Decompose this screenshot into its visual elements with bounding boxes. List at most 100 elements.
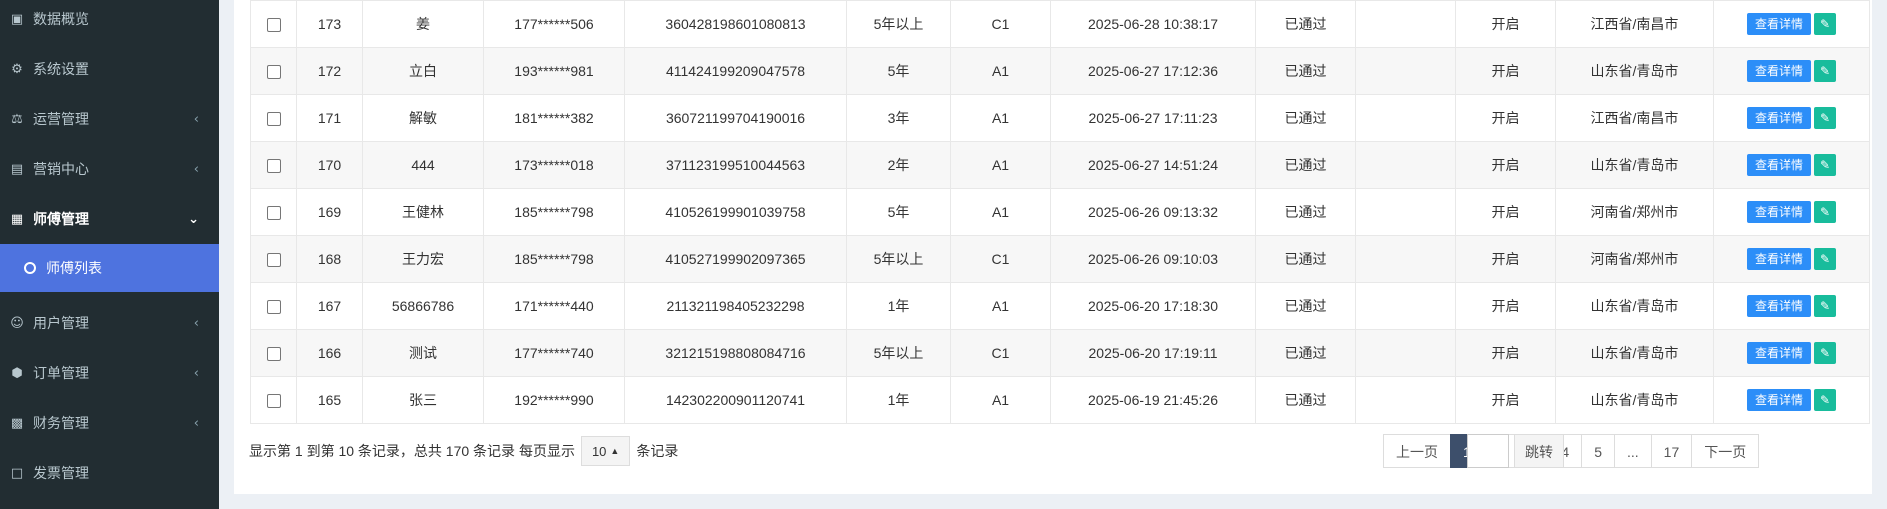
jump-page-input[interactable] — [1467, 434, 1509, 468]
view-detail-button[interactable]: 查看详情 — [1746, 389, 1811, 411]
row-checkbox[interactable] — [266, 18, 281, 33]
sidebar-item-finance[interactable]: ▩ 财务管理 ‹ — [0, 398, 219, 448]
row-select-cell — [250, 47, 297, 95]
phone-cell: 192******990 — [483, 376, 625, 424]
page-ellipsis: ... — [1613, 434, 1652, 468]
sidebar-item-users[interactable]: ☺ 用户管理 ‹ — [0, 298, 219, 348]
actions-cell: 查看详情 ✎ — [1713, 235, 1870, 283]
chevron-left-icon: ‹ — [193, 315, 199, 331]
row-select-cell — [250, 235, 297, 283]
pagination-info: 显示第 1 到第 10 条记录，总共 170 条记录 每页显示 10 ▲ 条记录 — [249, 436, 678, 466]
pencil-icon[interactable]: ✎ — [1814, 13, 1836, 35]
extra-cell — [1355, 47, 1456, 95]
region-link[interactable]: 河南省/郑州市 — [1555, 188, 1714, 236]
status-cell: 已通过 — [1255, 141, 1356, 189]
table-row: 171 解敏 181******382 360721199704190016 3年 A1 2… — [250, 94, 1870, 142]
gear-icon: ⚙ — [11, 61, 23, 77]
next-page-button[interactable]: 下一页 — [1691, 434, 1760, 468]
phone-cell: 185******798 — [483, 188, 625, 236]
sidebar-item-label: 营销中心 — [33, 162, 89, 178]
id-cell: 167 — [296, 282, 363, 330]
row-checkbox[interactable] — [266, 65, 281, 80]
sidebar-item-label: 运营管理 — [33, 112, 89, 128]
sidebar-item-marketing[interactable]: ▤ 营销中心 ‹ — [0, 144, 219, 194]
extra-cell — [1355, 376, 1456, 424]
experience-cell: 5年以上 — [846, 0, 951, 48]
table-row: 165 张三 192******990 142302200901120741 1年 A1 2… — [250, 376, 1870, 424]
view-detail-button[interactable]: 查看详情 — [1746, 13, 1811, 35]
name-cell: 测试 — [362, 329, 484, 377]
sidebar-item-label: 发票管理 — [33, 466, 89, 482]
sidebar-item-operations[interactable]: ⚖ 运营管理 ‹ — [0, 94, 219, 144]
actions-cell: 查看详情 ✎ — [1713, 282, 1870, 330]
id-card-cell: 360721199704190016 — [624, 94, 847, 142]
extra-cell — [1355, 0, 1456, 48]
sidebar: ▣ 数据概览 ⚙ 系统设置 ⚖ 运营管理 ‹ ▤ 营销中心 ‹ ▦ 师傅管理 ⌄… — [0, 0, 219, 509]
dashboard-icon: ▣ — [10, 11, 24, 27]
table-row: 170 444 173******018 371123199510044563 2年 A1… — [250, 141, 1870, 189]
pencil-icon[interactable]: ✎ — [1814, 107, 1836, 129]
row-checkbox[interactable] — [266, 394, 281, 409]
prev-page-button[interactable]: 上一页 — [1383, 434, 1451, 468]
id-cell: 165 — [296, 376, 363, 424]
row-checkbox[interactable] — [266, 206, 281, 221]
name-cell: 张三 — [362, 376, 484, 424]
sidebar-item-master-list[interactable]: 师傅列表 — [0, 244, 219, 292]
extra-cell — [1355, 329, 1456, 377]
pencil-icon[interactable]: ✎ — [1814, 389, 1836, 411]
pencil-icon[interactable]: ✎ — [1814, 201, 1836, 223]
id-card-cell: 360428198601080813 — [624, 0, 847, 48]
license-cell: A1 — [950, 282, 1051, 330]
switch-cell: 开启 — [1455, 188, 1556, 236]
row-checkbox[interactable] — [266, 300, 281, 315]
pencil-icon[interactable]: ✎ — [1814, 154, 1836, 176]
content-panel: 173 姜 177******506 360428198601080813 5年以上 C1… — [234, 0, 1872, 494]
region-link[interactable]: 江西省/南昌市 — [1555, 94, 1714, 142]
region-link[interactable]: 江西省/南昌市 — [1555, 0, 1714, 48]
region-link[interactable]: 山东省/青岛市 — [1555, 47, 1714, 95]
status-cell: 已通过 — [1255, 235, 1356, 283]
region-link[interactable]: 山东省/青岛市 — [1555, 282, 1714, 330]
jump-button[interactable]: 跳转 — [1514, 434, 1564, 468]
pencil-icon[interactable]: ✎ — [1814, 60, 1836, 82]
sidebar-item-settings[interactable]: ⚙ 系统设置 — [0, 44, 219, 94]
name-cell: 解敏 — [362, 94, 484, 142]
id-cell: 173 — [296, 0, 363, 48]
view-detail-button[interactable]: 查看详情 — [1746, 60, 1811, 82]
region-link[interactable]: 山东省/青岛市 — [1555, 329, 1714, 377]
actions-cell: 查看详情 ✎ — [1713, 141, 1870, 189]
sidebar-item-masters[interactable]: ▦ 师傅管理 ⌄ — [0, 194, 219, 244]
extra-cell — [1355, 94, 1456, 142]
pencil-icon[interactable]: ✎ — [1814, 248, 1836, 270]
page-button[interactable]: 17 — [1650, 434, 1693, 468]
chevron-left-icon: ‹ — [193, 161, 199, 177]
view-detail-button[interactable]: 查看详情 — [1746, 201, 1811, 223]
region-link[interactable]: 山东省/青岛市 — [1555, 141, 1714, 189]
region-link[interactable]: 山东省/青岛市 — [1555, 376, 1714, 424]
row-checkbox[interactable] — [266, 253, 281, 268]
pencil-icon[interactable]: ✎ — [1814, 342, 1836, 364]
view-detail-button[interactable]: 查看详情 — [1746, 342, 1811, 364]
view-detail-button[interactable]: 查看详情 — [1746, 295, 1811, 317]
sidebar-item-orders[interactable]: ⬢ 订单管理 ‹ — [0, 348, 219, 398]
pencil-icon[interactable]: ✎ — [1814, 295, 1836, 317]
region-link[interactable]: 河南省/郑州市 — [1555, 235, 1714, 283]
experience-cell: 1年 — [846, 376, 951, 424]
view-detail-button[interactable]: 查看详情 — [1746, 107, 1811, 129]
switch-cell: 开启 — [1455, 0, 1556, 48]
row-select-cell — [250, 141, 297, 189]
sidebar-item-invoices[interactable]: □ 发票管理 — [0, 448, 219, 498]
row-checkbox[interactable] — [266, 347, 281, 362]
time-cell: 2025-06-27 17:11:23 — [1050, 94, 1256, 142]
row-checkbox[interactable] — [266, 112, 281, 127]
cube-icon: ⬢ — [11, 365, 23, 381]
page-button[interactable]: 5 — [1581, 434, 1615, 468]
sidebar-item-dashboard[interactable]: ▣ 数据概览 — [0, 0, 219, 44]
view-detail-button[interactable]: 查看详情 — [1746, 154, 1811, 176]
status-cell: 已通过 — [1255, 188, 1356, 236]
balance-scale-icon: ⚖ — [11, 111, 23, 127]
page-size-dropdown[interactable]: 10 ▲ — [580, 436, 631, 466]
view-detail-button[interactable]: 查看详情 — [1746, 248, 1811, 270]
row-checkbox[interactable] — [266, 159, 281, 174]
license-cell: C1 — [950, 235, 1051, 283]
